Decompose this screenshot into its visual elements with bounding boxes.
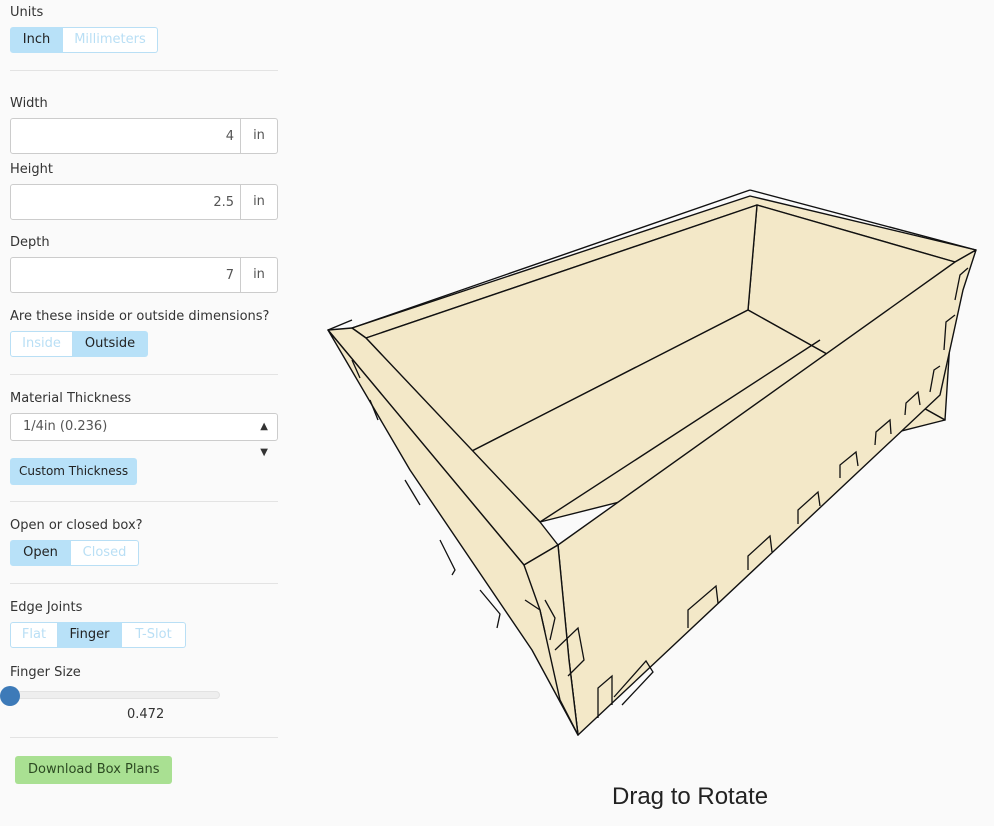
drag-to-rotate-caption: Drag to Rotate — [612, 783, 769, 810]
box-3d-viewport[interactable] — [0, 0, 994, 826]
box-model — [327, 189, 977, 736]
